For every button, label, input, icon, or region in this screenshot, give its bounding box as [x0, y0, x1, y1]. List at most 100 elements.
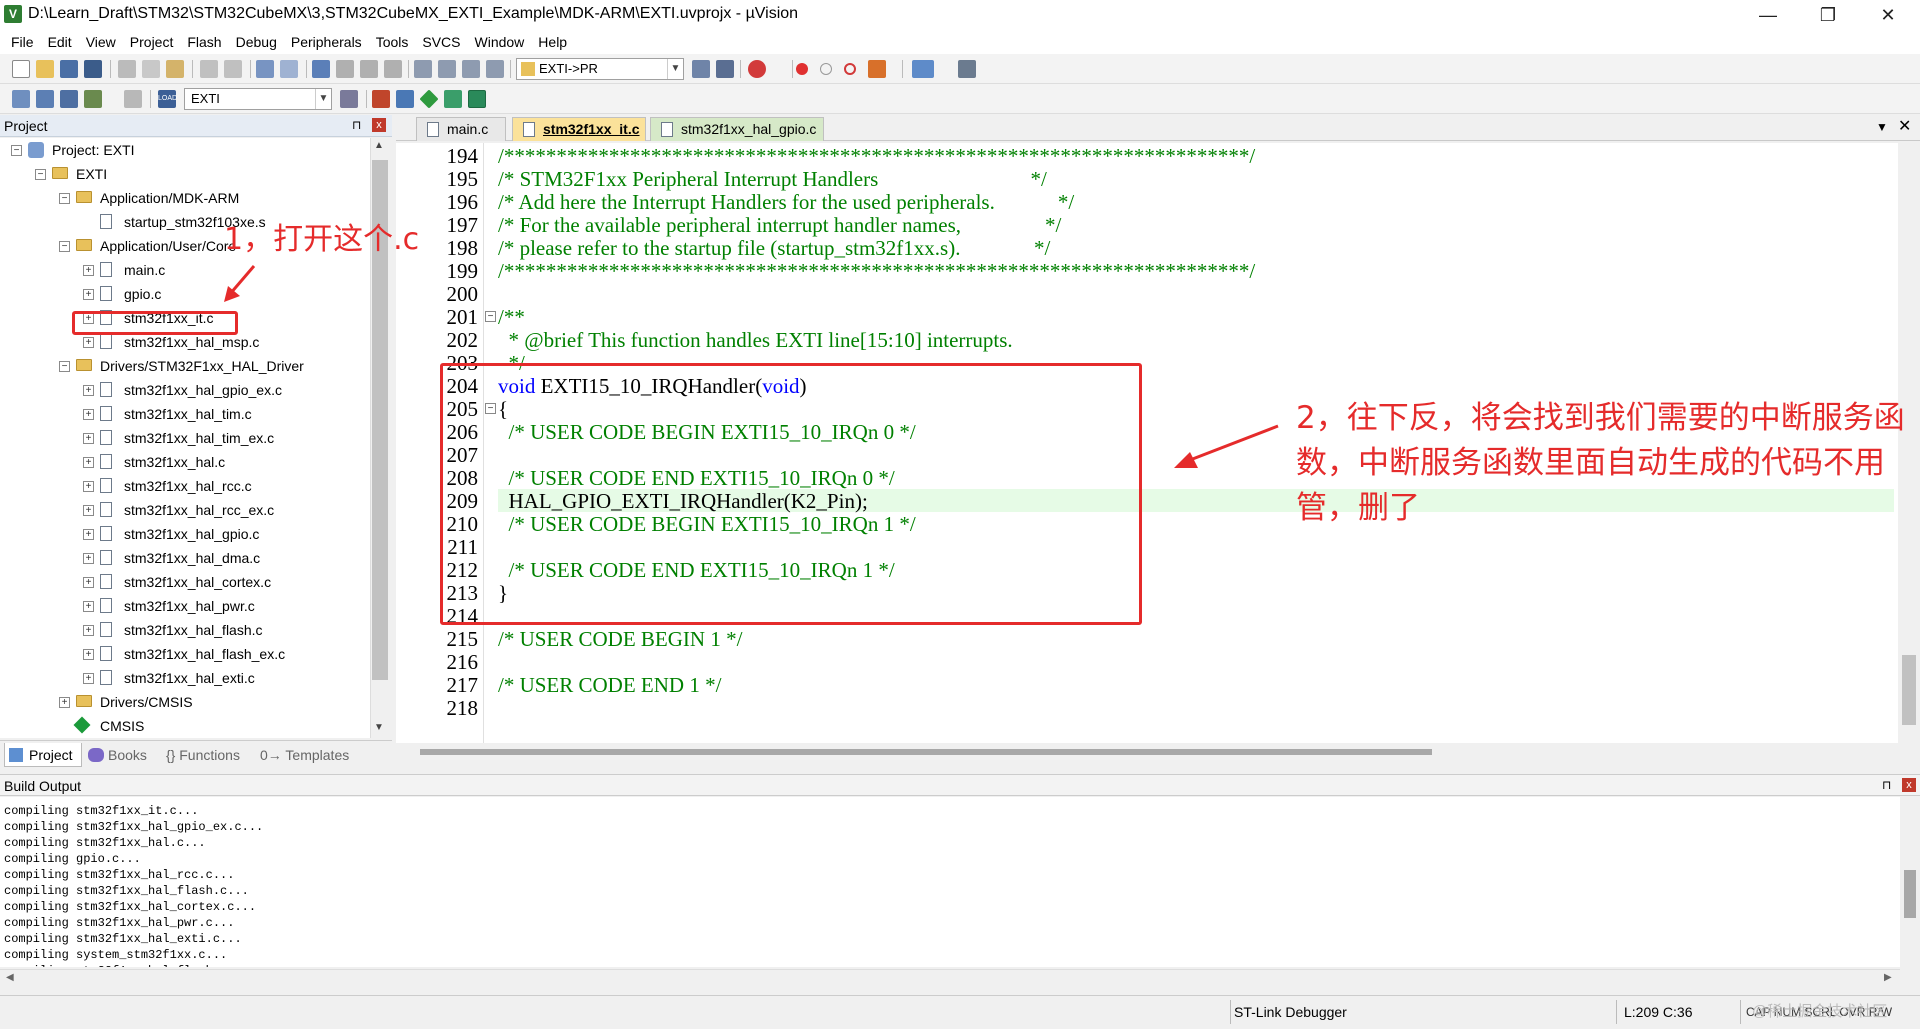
menu-peripherals[interactable]: Peripherals [284, 34, 369, 50]
tab-list-icon[interactable]: ▼ [1876, 120, 1888, 134]
scroll-left-icon[interactable]: ◀ [6, 972, 14, 983]
tree-item[interactable]: + stm32f1xx_hal_rcc.c [0, 474, 370, 498]
tree-item[interactable]: + stm32f1xx_hal.c [0, 450, 370, 474]
expand-icon[interactable]: + [83, 529, 94, 540]
fold-collapse-icon[interactable]: − [485, 311, 496, 322]
tab-stm32f1xx_hal_gpio-c[interactable]: stm32f1xx_hal_gpio.c [650, 117, 824, 141]
expand-icon[interactable]: + [83, 289, 94, 300]
tree-item[interactable]: + stm32f1xx_hal_gpio.c [0, 522, 370, 546]
tree-item[interactable]: + stm32f1xx_hal_tim_ex.c [0, 426, 370, 450]
menu-window[interactable]: Window [468, 34, 532, 50]
build-output-log[interactable]: compiling stm32f1xx_it.c... compiling stm… [0, 797, 1900, 967]
navigate-back-icon[interactable] [256, 60, 274, 78]
clear-breakpoints-icon[interactable] [844, 63, 856, 75]
tree-item[interactable]: + stm32f1xx_hal_gpio_ex.c [0, 378, 370, 402]
expand-icon[interactable]: + [83, 409, 94, 420]
expand-icon[interactable]: + [83, 601, 94, 612]
paste-icon[interactable] [166, 60, 184, 78]
expand-icon[interactable]: + [83, 433, 94, 444]
uncomment-icon[interactable] [486, 60, 504, 78]
tree-item[interactable]: + stm32f1xx_hal_pwr.c [0, 594, 370, 618]
pin-icon[interactable]: ⊓ [1882, 778, 1891, 792]
menu-tools[interactable]: Tools [369, 34, 416, 50]
minimize-button[interactable]: — [1740, 0, 1796, 30]
comment-icon[interactable] [462, 60, 480, 78]
menu-view[interactable]: View [79, 34, 123, 50]
close-icon[interactable]: x [1902, 778, 1916, 792]
menu-project[interactable]: Project [123, 34, 181, 50]
collapse-icon[interactable]: − [35, 169, 46, 180]
open-folder-icon[interactable] [36, 60, 54, 78]
rebuild-icon[interactable] [60, 90, 78, 108]
pin-icon[interactable]: ⊓ [352, 118, 366, 132]
find-combo[interactable]: EXTI->PR ▼ [516, 58, 684, 80]
kill-breakpoints-icon[interactable] [868, 60, 886, 78]
tree-item[interactable]: + stm32f1xx_hal_rcc_ex.c [0, 498, 370, 522]
build-output-horizontal-scrollbar[interactable]: ◀ ▶ [0, 969, 1900, 987]
prev-bookmark-icon[interactable] [336, 60, 354, 78]
tree-item[interactable]: − Application/MDK-ARM [0, 186, 370, 210]
target-options-icon[interactable] [340, 90, 358, 108]
bookmark-icon[interactable] [312, 60, 330, 78]
chevron-down-icon[interactable]: ▼ [315, 89, 331, 109]
tree-item[interactable]: − EXTI [0, 162, 370, 186]
restore-button[interactable]: ❐ [1800, 0, 1856, 30]
cut-icon[interactable] [118, 60, 136, 78]
tree-item[interactable]: + stm32f1xx_hal_flash_ex.c [0, 642, 370, 666]
select-software-packs-icon[interactable] [444, 90, 462, 108]
batch-build-icon[interactable] [84, 90, 102, 108]
menu-debug[interactable]: Debug [229, 34, 284, 50]
unindent-icon[interactable] [438, 60, 456, 78]
target-combo[interactable]: EXTI ▼ [184, 88, 332, 110]
tree-item[interactable]: + main.c [0, 258, 370, 282]
pack-installer-icon[interactable] [419, 89, 439, 109]
tree-item[interactable]: + Drivers/CMSIS [0, 690, 370, 714]
scroll-up-icon[interactable]: ▲ [374, 140, 384, 151]
translate-icon[interactable] [12, 90, 30, 108]
expand-icon[interactable]: + [83, 505, 94, 516]
tab-templates[interactable]: 0→ Templates [256, 743, 356, 767]
editor-horizontal-scrollbar-thumb[interactable] [420, 749, 1432, 755]
undo-icon[interactable] [200, 60, 218, 78]
build-output-scrollbar-thumb[interactable] [1904, 870, 1916, 918]
menu-file[interactable]: File [4, 34, 41, 50]
menu-help[interactable]: Help [531, 34, 574, 50]
expand-icon[interactable]: + [83, 457, 94, 468]
new-file-icon[interactable] [12, 60, 30, 78]
incremental-find-icon[interactable] [716, 60, 734, 78]
tab-books[interactable]: Books [86, 743, 164, 767]
manage-run-time-env-icon[interactable] [396, 90, 414, 108]
expand-icon[interactable]: + [83, 385, 94, 396]
collapse-icon[interactable]: − [59, 241, 70, 252]
navigate-forward-icon[interactable] [280, 60, 298, 78]
load-icon[interactable]: LOAD [158, 90, 177, 108]
tree-item[interactable]: + stm32f1xx_hal_exti.c [0, 666, 370, 690]
menu-edit[interactable]: Edit [41, 34, 79, 50]
configure-icon[interactable] [958, 60, 976, 78]
tree-item[interactable]: − Drivers/STM32F1xx_HAL_Driver [0, 354, 370, 378]
tree-item[interactable]: + stm32f1xx_hal_flash.c [0, 618, 370, 642]
expand-icon[interactable]: + [83, 625, 94, 636]
clear-bookmarks-icon[interactable] [384, 60, 402, 78]
expand-icon[interactable]: + [83, 673, 94, 684]
scroll-right-icon[interactable]: ▶ [1884, 972, 1892, 983]
disable-breakpoint-icon[interactable] [820, 63, 832, 75]
tab-project[interactable]: Project [4, 743, 82, 767]
expand-icon[interactable]: + [83, 553, 94, 564]
stop-build-icon[interactable] [124, 90, 142, 108]
tree-item[interactable]: CMSIS [0, 714, 370, 738]
close-icon[interactable]: x [372, 118, 386, 132]
save-all-icon[interactable] [84, 60, 102, 78]
expand-icon[interactable]: + [83, 337, 94, 348]
stm32cubemx-icon[interactable] [468, 90, 486, 108]
collapse-icon[interactable]: − [11, 145, 22, 156]
expand-icon[interactable]: + [59, 697, 70, 708]
expand-icon[interactable]: + [83, 265, 94, 276]
save-icon[interactable] [60, 60, 78, 78]
tree-item[interactable]: + gpio.c [0, 282, 370, 306]
tree-item[interactable]: + stm32f1xx_hal_dma.c [0, 546, 370, 570]
tab-stm32f1xx_it-c[interactable]: stm32f1xx_it.c [512, 117, 646, 141]
tab-functions[interactable]: {} Functions [162, 743, 254, 767]
close-tab-icon[interactable]: ✕ [1898, 116, 1911, 136]
tree-item[interactable]: + stm32f1xx_hal_tim.c [0, 402, 370, 426]
